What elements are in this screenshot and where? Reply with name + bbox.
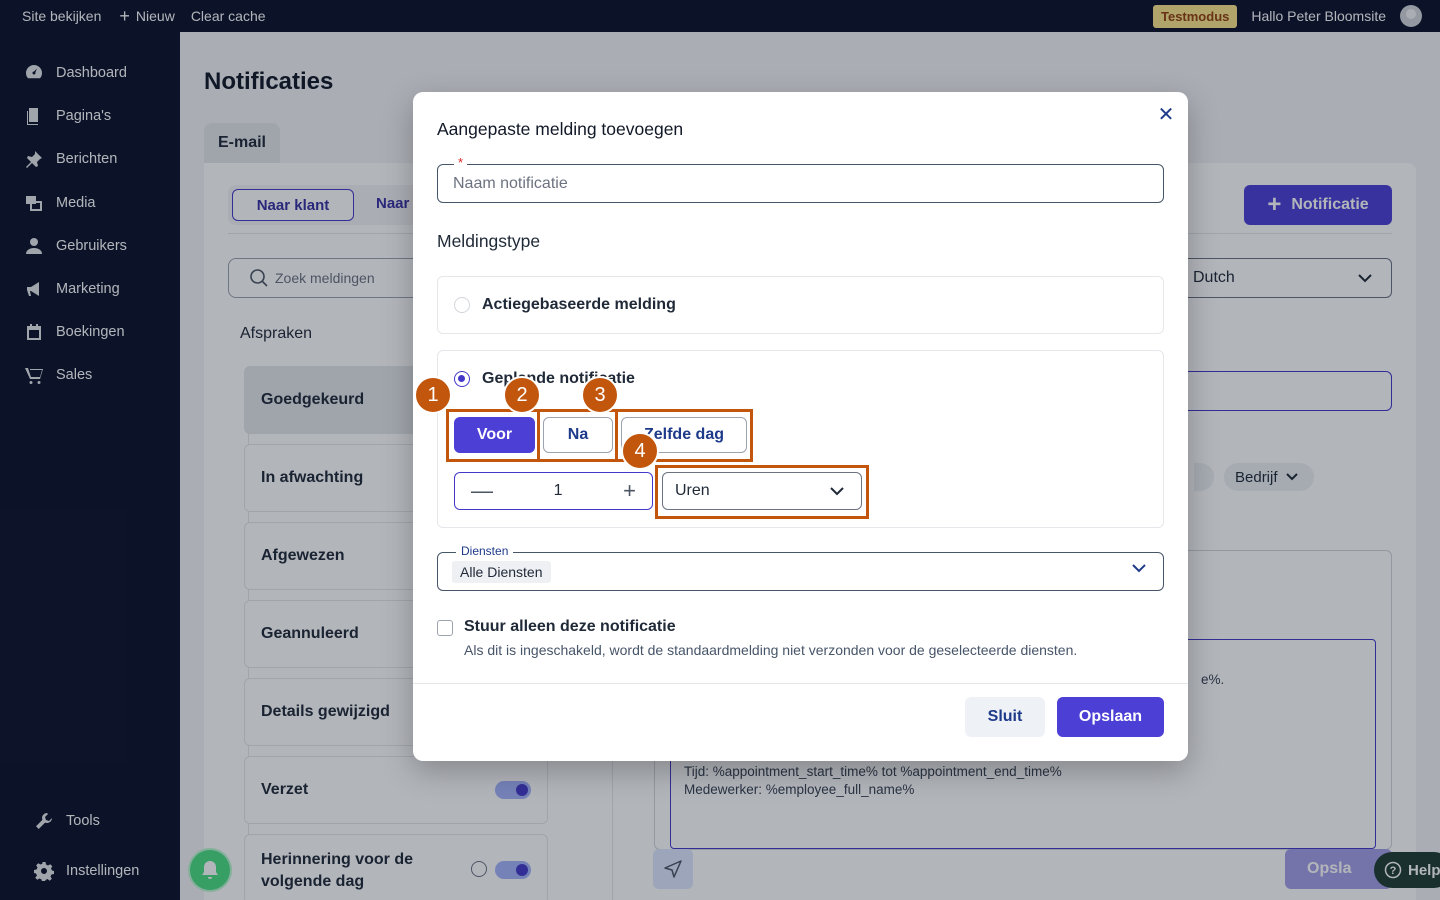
services-label: Diensten — [456, 544, 514, 558]
close-icon[interactable]: ✕ — [1156, 104, 1176, 126]
radio-action[interactable] — [454, 297, 470, 313]
save-button[interactable]: Opslaan — [1057, 697, 1164, 737]
annotation-box-4 — [655, 465, 869, 519]
modal-divider — [413, 683, 1188, 684]
only-this-checkbox[interactable] — [437, 620, 453, 636]
radio-scheduled[interactable] — [454, 371, 470, 387]
services-chip: Alle Diensten — [452, 561, 551, 583]
only-this-help: Als dit is ingeschakeld, wordt de standa… — [464, 642, 1078, 658]
annotation-badge-2: 2 — [503, 376, 541, 414]
annotation-badge-1: 1 — [414, 376, 452, 414]
amount-value[interactable]: 1 — [554, 482, 563, 500]
services-select[interactable]: Diensten Alle Diensten — [437, 544, 1164, 591]
notification-name-input[interactable] — [438, 165, 1163, 202]
minus-icon[interactable]: — — [471, 480, 493, 502]
annotation-box-1 — [446, 409, 540, 462]
annotation-badge-4: 4 — [621, 432, 659, 470]
amount-stepper[interactable]: — 1 + — [454, 472, 653, 510]
option-action-label: Actiegebaseerde melding — [482, 296, 676, 313]
plus-icon[interactable]: + — [623, 480, 636, 502]
annotation-box-2 — [537, 409, 618, 462]
annotation-badge-3: 3 — [581, 376, 619, 414]
modal-title: Aangepaste melding toevoegen — [437, 119, 684, 139]
notification-type-title: Meldingstype — [437, 231, 541, 251]
required-mark: * — [454, 155, 468, 170]
option-action-card[interactable]: Actiegebaseerde melding — [437, 276, 1164, 334]
only-this-label: Stuur alleen deze notificatie — [464, 618, 676, 635]
close-button[interactable]: Sluit — [965, 697, 1045, 737]
chevron-down-icon — [1132, 564, 1146, 573]
notification-name-field[interactable]: * — [437, 155, 1164, 203]
